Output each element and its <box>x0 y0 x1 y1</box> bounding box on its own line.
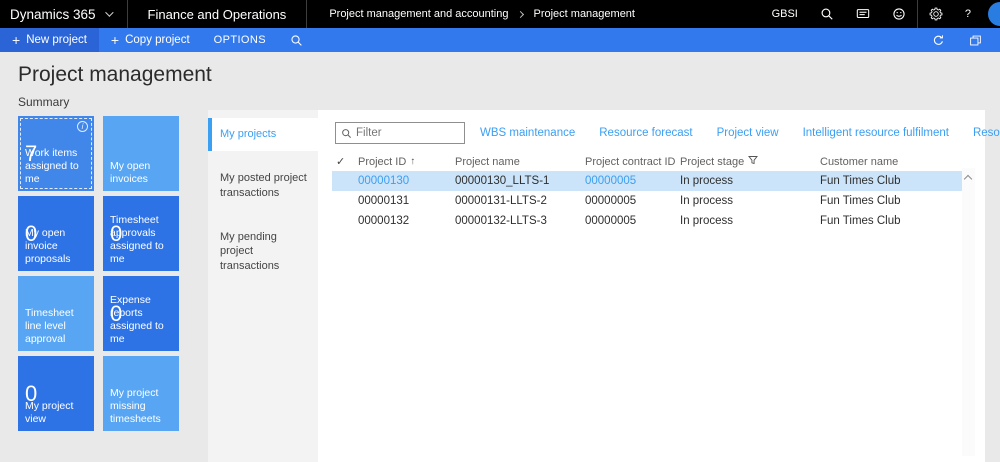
cell-project-id[interactable]: 00000131 <box>358 195 455 207</box>
quick-links: WBS maintenance Resource forecast Projec… <box>480 127 1000 139</box>
user-avatar[interactable] <box>988 2 1000 26</box>
tile-label: Timesheet approvals assigned to me <box>110 213 164 265</box>
column-header-customer-name[interactable]: Customer name <box>820 156 963 168</box>
cell-customer-name: Fun Times Club <box>820 215 901 227</box>
help-button[interactable]: ? <box>954 0 982 28</box>
section-label-summary: Summary <box>18 95 70 109</box>
tile-my-project-missing-timesheets[interactable]: My project missing timesheets <box>103 356 179 431</box>
sort-ascending-icon: ↑ <box>410 156 416 167</box>
cell-customer-name: Fun Times Club <box>820 195 901 207</box>
projects-panel: WBS maintenance Resource forecast Projec… <box>318 110 1000 462</box>
cell-project-contract-id[interactable]: 00000005 <box>585 175 680 187</box>
refresh-icon[interactable] <box>920 28 957 52</box>
cell-project-stage: In process <box>680 175 734 187</box>
tile-my-project-view[interactable]: 0 My project view <box>18 356 94 431</box>
breadcrumb: Project management and accounting Projec… <box>307 8 635 20</box>
search-icon[interactable] <box>809 0 845 28</box>
options-label: OPTIONS <box>213 34 266 46</box>
open-in-new-window-icon[interactable] <box>957 28 994 52</box>
brand-label: Dynamics 365 <box>10 6 96 22</box>
app-name[interactable]: Finance and Operations <box>128 0 307 28</box>
brand-menu[interactable]: Dynamics 365 <box>0 0 127 28</box>
cell-project-id[interactable]: 00000132 <box>358 215 455 227</box>
grid-toolbar: WBS maintenance Resource forecast Projec… <box>335 122 1000 144</box>
summary-tiles: i 7 Work items assigned to me My open in… <box>18 116 179 431</box>
filter-search-icon <box>342 128 351 138</box>
link-resource-forecast[interactable]: Resource forecast <box>599 127 692 139</box>
filter-box <box>335 122 465 144</box>
cell-project-name: 00000131-LLTS-2 <box>455 195 547 207</box>
tile-label: My project view <box>25 399 74 425</box>
nav-right-cluster: GBSI ? <box>761 0 1000 28</box>
link-wbs-maintenance[interactable]: WBS maintenance <box>480 127 575 139</box>
filter-funnel-icon <box>748 155 759 168</box>
action-pane: + New project + Copy project OPTIONS <box>0 28 1000 52</box>
breadcrumb-current[interactable]: Project management <box>533 8 635 20</box>
action-pane-right <box>920 28 1000 52</box>
tile-expense-reports-assigned[interactable]: 0 Expense reports assigned to me <box>103 276 179 351</box>
new-project-label: New project <box>26 34 87 46</box>
grid-rows: 00000130 00000130_LLTS-1 00000005 In pro… <box>332 171 963 231</box>
select-all-checkmark-icon[interactable]: ✓ <box>336 155 358 168</box>
action-search-icon[interactable] <box>278 28 315 52</box>
scroll-up-icon[interactable] <box>963 174 973 184</box>
link-project-view[interactable]: Project view <box>717 127 779 139</box>
cell-project-contract-id[interactable]: 00000005 <box>585 215 680 227</box>
tile-my-open-invoice-proposals[interactable]: 0 My open invoice proposals <box>18 196 94 271</box>
info-icon[interactable]: i <box>77 121 88 132</box>
tile-my-open-invoices[interactable]: My open invoices <box>103 116 179 191</box>
breadcrumb-parent[interactable]: Project management and accounting <box>329 8 508 20</box>
cell-project-id[interactable]: 00000130 <box>358 175 455 187</box>
tile-label: Work items assigned to me <box>25 146 79 185</box>
project-row[interactable]: 00000130 00000130_LLTS-1 00000005 In pro… <box>332 171 963 191</box>
company-badge[interactable]: GBSI <box>761 0 809 28</box>
cell-project-stage: In process <box>680 215 734 227</box>
tile-label: Expense reports assigned to me <box>110 293 164 345</box>
tile-label: Timesheet line level approval <box>25 306 74 345</box>
tile-label: My open invoice proposals <box>25 226 71 265</box>
column-header-project-contract-id[interactable]: Project contract ID <box>585 156 680 168</box>
project-row[interactable]: 00000131 00000131-LLTS-2 00000005 In pro… <box>332 191 963 211</box>
new-project-button[interactable]: + New project <box>0 28 99 52</box>
column-header-project-stage[interactable]: Project stage <box>680 155 820 168</box>
plus-icon: + <box>12 32 21 48</box>
tab-my-projects[interactable]: My projects <box>208 118 318 151</box>
column-header-project-id[interactable]: Project ID ↑ <box>358 156 455 168</box>
column-header-project-name[interactable]: Project name <box>455 156 585 168</box>
cell-customer-name: Fun Times Club <box>820 175 901 187</box>
cell-project-stage: In process <box>680 195 734 207</box>
link-resource-view[interactable]: Resource view <box>973 127 1000 139</box>
cell-project-contract-id[interactable]: 00000005 <box>585 195 680 207</box>
tile-work-items-assigned[interactable]: i 7 Work items assigned to me <box>18 116 94 191</box>
tile-timesheet-line-level-approval[interactable]: Timesheet line level approval <box>18 276 94 351</box>
link-intelligent-resource-fulfilment[interactable]: Intelligent resource fulfilment <box>803 127 949 139</box>
copy-project-button[interactable]: + Copy project <box>99 28 202 52</box>
chevron-down-icon <box>104 8 114 17</box>
tile-timesheet-approvals[interactable]: 0 Timesheet approvals assigned to me <box>103 196 179 271</box>
tab-my-pending-project-transactions[interactable]: My pending project transactions <box>208 221 318 284</box>
tile-label: My open invoices <box>110 159 151 185</box>
settings-gear-icon[interactable] <box>918 0 954 28</box>
top-nav: Dynamics 365 Finance and Operations Proj… <box>0 0 1000 28</box>
page-title: Project management <box>18 63 212 86</box>
cell-project-name: 00000132-LLTS-3 <box>455 215 547 227</box>
vertical-scrollbar[interactable] <box>962 168 975 456</box>
plus-icon: + <box>110 32 120 48</box>
tab-my-posted-project-transactions[interactable]: My posted project transactions <box>208 162 318 210</box>
vertical-tab-list: My projects My posted project transactio… <box>208 110 318 462</box>
grid-header: ✓ Project ID ↑ Project name Project cont… <box>332 152 963 171</box>
options-menu[interactable]: OPTIONS <box>202 28 278 52</box>
filter-input[interactable] <box>356 127 459 139</box>
chevron-right-icon <box>517 10 525 18</box>
project-row[interactable]: 00000132 00000132-LLTS-3 00000005 In pro… <box>332 211 963 231</box>
tile-label: My project missing timesheets <box>110 386 161 425</box>
cell-project-name: 00000130_LLTS-1 <box>455 175 550 187</box>
copy-project-label: Copy project <box>125 34 190 46</box>
sentiment-smiley-icon[interactable] <box>881 0 917 28</box>
feedback-message-icon[interactable] <box>845 0 881 28</box>
